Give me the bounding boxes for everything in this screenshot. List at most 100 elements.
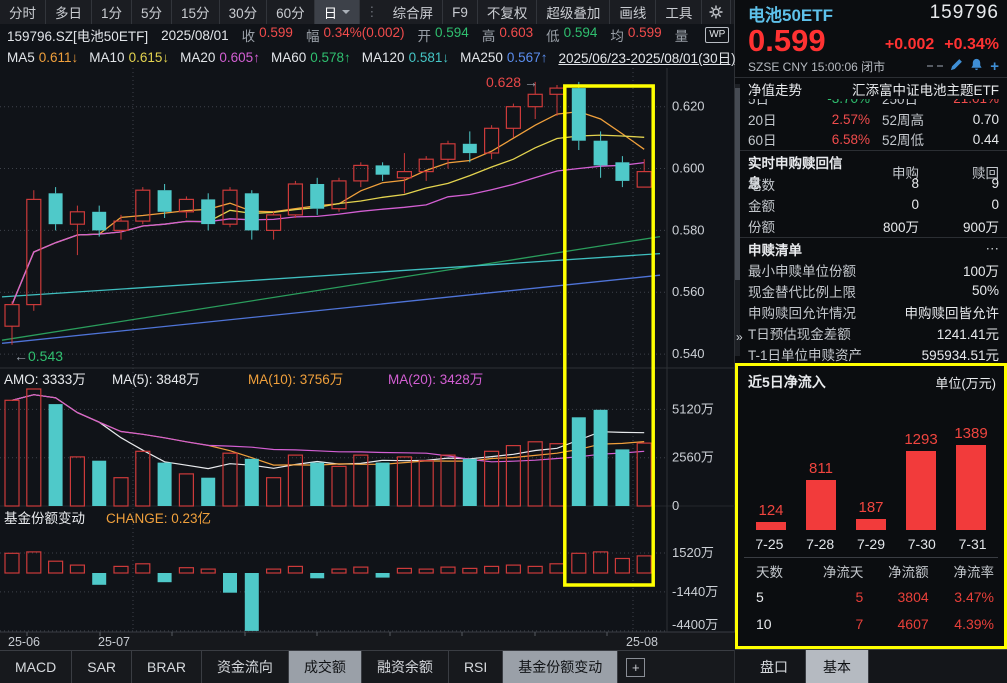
redemption-row-value: 50% — [972, 283, 999, 298]
netflow-bar — [806, 480, 836, 530]
toolbar-button-label: 超级叠加 — [546, 2, 600, 22]
toolbar-button[interactable]: 工具 — [656, 0, 702, 24]
alert-bell-icon[interactable] — [970, 58, 983, 74]
nav-period-label: 60日 — [748, 129, 798, 149]
add-indicator-button[interactable]: + — [618, 651, 653, 683]
indicator-tab[interactable]: 融资余额 — [362, 651, 449, 683]
col-header: 天数 — [744, 561, 802, 581]
svg-text:AMO: 3333万: AMO: 3333万 — [4, 372, 86, 387]
realtime-data-row: 金额 0 0 — [748, 194, 999, 215]
edit-icon[interactable] — [950, 58, 963, 74]
redemption-row-value: 申购赎回皆允许 — [905, 302, 1000, 322]
quote-field: 均0.599 — [610, 25, 661, 45]
nav-range-label: 52周高 — [870, 109, 948, 129]
realtime-row-label: 笔数 — [748, 174, 843, 194]
toolbar-button[interactable]: 画线 — [610, 0, 656, 24]
netflow-bar-group: 124 — [747, 502, 796, 530]
netflow-date-label: 7-30 — [897, 536, 946, 552]
toolbar-button-label: 不复权 — [487, 2, 528, 22]
more-periods-icon[interactable]: ⋮ — [360, 0, 384, 24]
toolbar-button[interactable]: 综合屏 — [384, 0, 444, 24]
period-tab-label: 1分 — [101, 2, 122, 22]
kline-chart-canvas[interactable]: 0.6200.6000.5800.5600.5400.628→←0.543512… — [0, 68, 735, 650]
period-tab[interactable]: 15分 — [172, 0, 220, 24]
quote-field: 量 — [675, 25, 693, 45]
ma-indicator-row: MA50.611↓MA100.615↓MA200.605↑MA600.578↑M… — [0, 46, 734, 68]
period-tab[interactable]: 多日 — [46, 0, 92, 24]
scrollbar-thumb[interactable] — [735, 88, 740, 280]
ma-value: 0.611↓ — [39, 50, 79, 65]
panel-tab[interactable]: 盘口 — [743, 650, 806, 683]
period-tab[interactable]: 日 — [315, 0, 361, 24]
nav-period-value: 2.57% — [798, 112, 870, 127]
gear-icon[interactable] — [702, 0, 731, 24]
toolbar-button-label: 综合屏 — [393, 2, 434, 22]
netflow-table-row: 5 5 3804 3.47% — [744, 583, 998, 610]
indicator-tab[interactable]: RSI — [449, 651, 503, 683]
nav-period-value: -3.70% — [798, 99, 870, 106]
indicator-tab-label: MACD — [15, 659, 56, 675]
collapse-arrow[interactable]: » — [736, 330, 743, 344]
ma-value: 0.581↓ — [409, 50, 450, 65]
indicator-tab[interactable]: 成交额 — [289, 651, 362, 683]
netflow-date-axis: 7-257-287-297-307-31 — [744, 530, 998, 558]
days-cell: 5 — [744, 589, 802, 605]
svg-text:MA(10): 3756万: MA(10): 3756万 — [248, 372, 343, 387]
redeem-value: 900万 — [919, 216, 999, 236]
quote-field-value: 0.34%(0.002) — [323, 25, 404, 45]
add-watchlist-icon[interactable]: + — [990, 58, 999, 75]
nav-range-value: 0.70 — [948, 112, 999, 127]
chevron-down-icon — [342, 10, 350, 18]
redemption-row-label: 最小申赎单位份额 — [748, 260, 856, 280]
nav-period-label: 20日 — [748, 109, 798, 129]
realtime-header-row: 实时申购赎回信息 申购 赎回 — [748, 152, 999, 173]
panel-scrollbar[interactable] — [735, 84, 740, 356]
indicator-tab-label: BRAR — [147, 659, 186, 675]
toolbar-button[interactable]: 不复权 — [478, 0, 538, 24]
more-icon[interactable]: ⋯ — [986, 241, 1000, 257]
toolbar-button[interactable]: 超级叠加 — [537, 0, 610, 24]
redemption-row-label: 现金替代比例上限 — [748, 281, 856, 301]
panel-tabbar: 盘口基本 — [735, 649, 1007, 683]
app-window: 分时多日1分5分15分30分60分日 ⋮ 综合屏F9不复权超级叠加画线工具 ? … — [0, 0, 1007, 683]
period-tab[interactable]: 30分 — [220, 0, 268, 24]
last-price: 0.599 — [748, 26, 826, 56]
netflow-bar — [906, 451, 936, 530]
indicator-tab-label: 融资余额 — [377, 657, 433, 677]
svg-text:0.540: 0.540 — [672, 346, 705, 361]
margin-badge — [927, 65, 933, 67]
netflow-date-label: 7-29 — [846, 536, 895, 552]
subscribe-value: 8 — [843, 176, 919, 191]
redemption-row-label: T日预估现金差额 — [748, 323, 851, 343]
realtime-data-row: 笔数 8 9 — [748, 173, 999, 194]
redemption-row: 申购赎回允许情况 申购赎回皆允许 — [748, 301, 999, 322]
indicator-tab[interactable]: MACD — [0, 651, 72, 683]
period-tab[interactable]: 1分 — [92, 0, 132, 24]
toolbar-button[interactable]: F9 — [443, 0, 478, 24]
svg-text:-4400万: -4400万 — [672, 617, 718, 632]
indicator-tab[interactable]: BRAR — [132, 651, 202, 683]
info-pane: 电池50ETF 159796 0.599 +0.002+0.34% SZSE C… — [735, 0, 1007, 683]
panel-tab[interactable]: 基本 — [806, 650, 869, 683]
date-range-selector[interactable]: 2025/06/23-2025/08/01(30日) — [558, 47, 735, 67]
period-tab[interactable]: 分时 — [0, 0, 46, 24]
realtime-row-label: 份额 — [748, 216, 843, 236]
period-tab[interactable]: 5分 — [132, 0, 172, 24]
nav-period-value: 6.58% — [798, 132, 870, 147]
indicator-tab[interactable]: SAR — [72, 651, 132, 683]
period-tab-label: 60分 — [276, 2, 305, 22]
period-tab[interactable]: 60分 — [267, 0, 315, 24]
quote-field: 收0.599 — [242, 25, 293, 45]
indicator-tab[interactable]: 资金流向 — [202, 651, 289, 683]
indicator-tab[interactable]: 基金份额变动 — [503, 651, 618, 683]
redeem-value: 9 — [919, 176, 999, 191]
netflow-rate-cell: 4.39% — [933, 616, 998, 632]
wp-badge[interactable]: WP — [705, 27, 729, 43]
netflow-bar — [956, 445, 986, 530]
nav-range-value: 0.44 — [948, 132, 999, 147]
symbol-label: 159796.SZ[电池50ETF] — [7, 25, 148, 45]
indicator-tab-label: 基金份额变动 — [518, 657, 602, 677]
redemption-row: T-1日单位申赎资产 595934.51元 — [748, 343, 999, 364]
netflow-title: 近5日净流入 — [748, 372, 826, 392]
period-tab-label: 日 — [324, 2, 338, 22]
